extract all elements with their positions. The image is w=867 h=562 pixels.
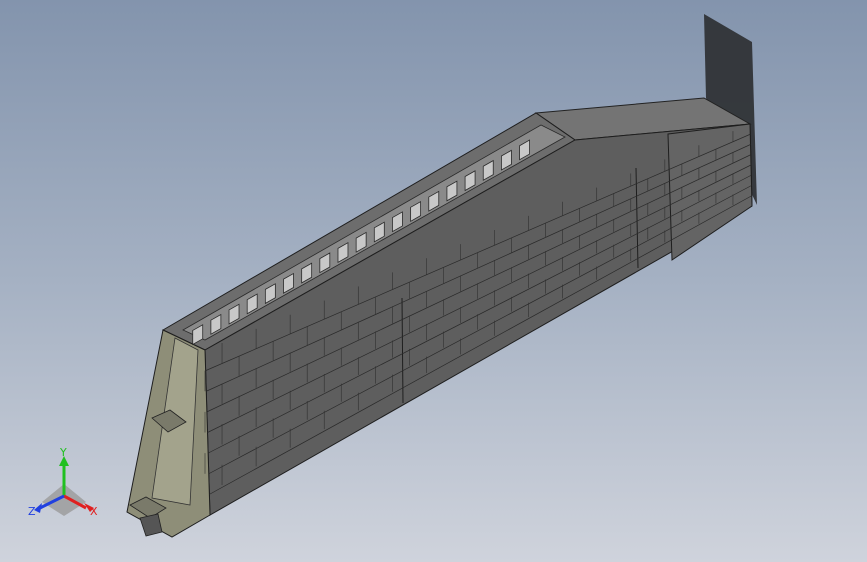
model-view[interactable]	[0, 0, 867, 562]
z-axis-label: Z	[28, 505, 36, 518]
graphics-viewport[interactable]: Y X Z	[0, 0, 867, 562]
y-axis-label: Y	[59, 446, 67, 459]
x-axis-label: X	[90, 505, 98, 518]
beam-foot	[139, 513, 163, 537]
axis-triad[interactable]: Y X Z	[24, 446, 104, 526]
